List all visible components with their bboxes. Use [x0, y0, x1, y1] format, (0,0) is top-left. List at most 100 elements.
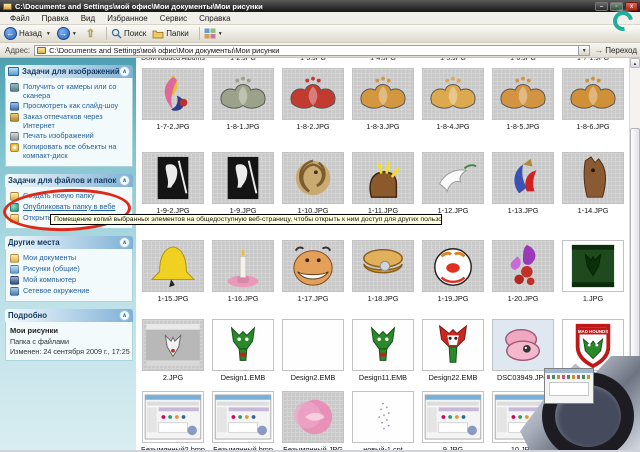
- clipped-file-label: 1-4.JPG: [370, 58, 396, 62]
- file-name: Безымянный2.bmp: [141, 445, 205, 452]
- file-thumbnail-lotus: [352, 68, 414, 120]
- panel-header-picture-tasks[interactable]: Задачи для изображений ∧: [5, 65, 133, 78]
- window-title: C:\Documents and Settings\мой офис\Мои д…: [15, 1, 263, 11]
- back-dropdown-icon[interactable]: ▼: [46, 31, 51, 37]
- file-thumbnail-shot_bars: [142, 391, 204, 443]
- file-item[interactable]: 1-18.JPG: [348, 240, 418, 303]
- address-value: C:\Documents and Settings\мой офис\Мои д…: [49, 45, 280, 55]
- file-item[interactable]: 1-12.JPG: [418, 152, 488, 215]
- chevron-up-icon[interactable]: ∧: [119, 66, 130, 77]
- minimize-button[interactable]: –: [595, 1, 608, 11]
- task-printer[interactable]: Печать изображений: [10, 131, 130, 142]
- menu-bar: Файл Правка Вид Избранное Сервис Справка: [0, 12, 640, 25]
- task-shared-pictures[interactable]: Рисунки (общие): [10, 264, 130, 274]
- file-item[interactable]: 1-8-3.JPG: [348, 68, 418, 131]
- back-label: Назад: [19, 29, 42, 38]
- go-button[interactable]: → Переход: [594, 45, 637, 55]
- forward-dropdown-icon[interactable]: ▼: [72, 31, 77, 37]
- file-item[interactable]: 1-19.JPG: [418, 240, 488, 303]
- file-item[interactable]: 1-17.JPG: [278, 240, 348, 303]
- file-name: 1-19.JPG: [437, 294, 469, 303]
- file-thumbnail-abstract: [492, 240, 554, 292]
- file-name: 1-18.JPG: [367, 294, 399, 303]
- task-my-computer[interactable]: Мой компьютер: [10, 275, 130, 285]
- file-thumbnail-blank: [282, 319, 344, 371]
- back-button[interactable]: ← Назад ▼: [4, 27, 53, 40]
- views-dropdown-icon[interactable]: ▼: [218, 31, 223, 37]
- menu-вид[interactable]: Вид: [75, 14, 101, 23]
- sidebar-panel-picture-tasks: Задачи для изображений ∧ Получить от камер…: [5, 65, 133, 167]
- file-item[interactable]: 1-7-2.JPG: [138, 68, 208, 131]
- chevron-up-icon[interactable]: ∧: [119, 236, 130, 248]
- address-dropdown-icon[interactable]: ▼: [579, 44, 591, 56]
- task-my-documents[interactable]: Мои документы: [10, 253, 130, 263]
- file-thumbnail-pearl: [352, 240, 414, 292]
- file-item[interactable]: Design1.EMB: [208, 319, 278, 382]
- file-row: 1-7-2.JPG 1-8-1.JPG 1-8-2.JPG 1-8-3.JPG 1-8-…: [138, 68, 628, 131]
- file-item[interactable]: 1-8-1.JPG: [208, 68, 278, 131]
- file-row: Безымянный2.bmp Безымянный.bmp Безымянный.…: [138, 391, 558, 452]
- task-slideshow[interactable]: Просмотреть как слайд-шоу: [10, 102, 130, 112]
- file-item[interactable]: 1-9.JPG: [208, 152, 278, 215]
- file-item[interactable]: 1-8-6.JPG: [558, 68, 628, 131]
- folders-button[interactable]: Папки: [152, 29, 191, 39]
- file-item[interactable]: 1-13.JPG: [488, 152, 558, 215]
- file-item[interactable]: Design2.EMB: [278, 319, 348, 382]
- task-label: Заказ отпечатков через Интернет: [23, 112, 103, 130]
- menu-справка[interactable]: Справка: [193, 14, 236, 23]
- task-prints-order[interactable]: Заказ отпечатков через Интернет: [10, 112, 130, 130]
- file-item[interactable]: Design22.EMB: [418, 319, 488, 382]
- chevron-up-icon[interactable]: ∧: [119, 309, 130, 321]
- maximize-button[interactable]: ▫: [610, 1, 623, 11]
- panel-header-file-tasks[interactable]: Задачи для файлов и папок ∧: [5, 173, 133, 187]
- address-input[interactable]: C:\Documents and Settings\мой офис\Мои д…: [34, 44, 580, 56]
- menu-избранное[interactable]: Избранное: [101, 14, 154, 23]
- menu-файл[interactable]: Файл: [4, 14, 36, 23]
- file-item[interactable]: новый-1.cpt: [348, 391, 418, 450]
- file-item[interactable]: Безымянный.bmp: [208, 391, 278, 450]
- file-name: 9.JPG: [442, 445, 464, 452]
- forward-button[interactable]: → ▼: [56, 27, 79, 40]
- file-item[interactable]: 1-9-2.JPG: [138, 152, 208, 215]
- file-item[interactable]: 1-10.JPG: [278, 152, 348, 215]
- share-folder-icon: [10, 213, 19, 223]
- panel-title: Задачи для файлов и папок: [8, 175, 117, 185]
- search-label: Поиск: [124, 29, 147, 38]
- file-item[interactable]: Безымянный2.bmp: [138, 391, 208, 452]
- file-item[interactable]: Design11.EMB: [348, 319, 418, 382]
- task-publish-web[interactable]: Опубликовать папку в вебе: [10, 202, 130, 212]
- close-button[interactable]: x: [625, 1, 638, 11]
- task-network-places[interactable]: Сетевое окружение: [10, 286, 130, 296]
- file-item[interactable]: 9.JPG: [418, 391, 488, 452]
- file-item[interactable]: 1.JPG: [558, 240, 628, 303]
- panel-header-other-places[interactable]: Другие места ∧: [5, 235, 133, 249]
- chevron-up-icon[interactable]: ∧: [119, 174, 130, 186]
- task-camera[interactable]: Получить от камеры или со сканера: [10, 82, 130, 100]
- file-name: 1-8-3.JPG: [366, 122, 400, 131]
- shared-pictures-icon: [10, 264, 19, 274]
- file-item[interactable]: 1-14.JPG: [558, 152, 628, 215]
- file-item[interactable]: 1-20.JPG: [488, 240, 558, 303]
- task-new-folder[interactable]: Создать новую папку: [10, 191, 130, 201]
- task-cd-copy[interactable]: Копировать все объекты на компакт-диск: [10, 143, 130, 160]
- views-button[interactable]: ▼: [204, 28, 225, 39]
- file-item[interactable]: 1-15.JPG: [138, 240, 208, 303]
- file-item[interactable]: 1-8-4.JPG: [418, 68, 488, 131]
- up-button[interactable]: ⇧: [83, 27, 98, 40]
- task-label: Печать изображений: [23, 131, 94, 141]
- file-item[interactable]: 2.JPG: [138, 319, 208, 382]
- file-item[interactable]: 1-11.JPG: [348, 152, 418, 215]
- menu-сервис[interactable]: Сервис: [154, 14, 193, 23]
- file-item[interactable]: 1-8-5.JPG: [488, 68, 558, 131]
- file-item[interactable]: 1-8-2.JPG: [278, 68, 348, 131]
- menu-правка[interactable]: Правка: [36, 14, 75, 23]
- printer-icon: [10, 132, 19, 142]
- panel-header-details[interactable]: Подробно ∧: [5, 308, 133, 322]
- toolbar-separator: [106, 27, 108, 40]
- file-item[interactable]: 1-16.JPG: [208, 240, 278, 303]
- file-item[interactable]: Безымянный.JPG: [278, 391, 348, 450]
- file-name: 1-15.JPG: [157, 294, 189, 303]
- file-name: 1-14.JPG: [577, 206, 609, 215]
- search-button[interactable]: Поиск: [111, 28, 148, 39]
- scroll-up-icon[interactable]: ▲: [630, 58, 640, 68]
